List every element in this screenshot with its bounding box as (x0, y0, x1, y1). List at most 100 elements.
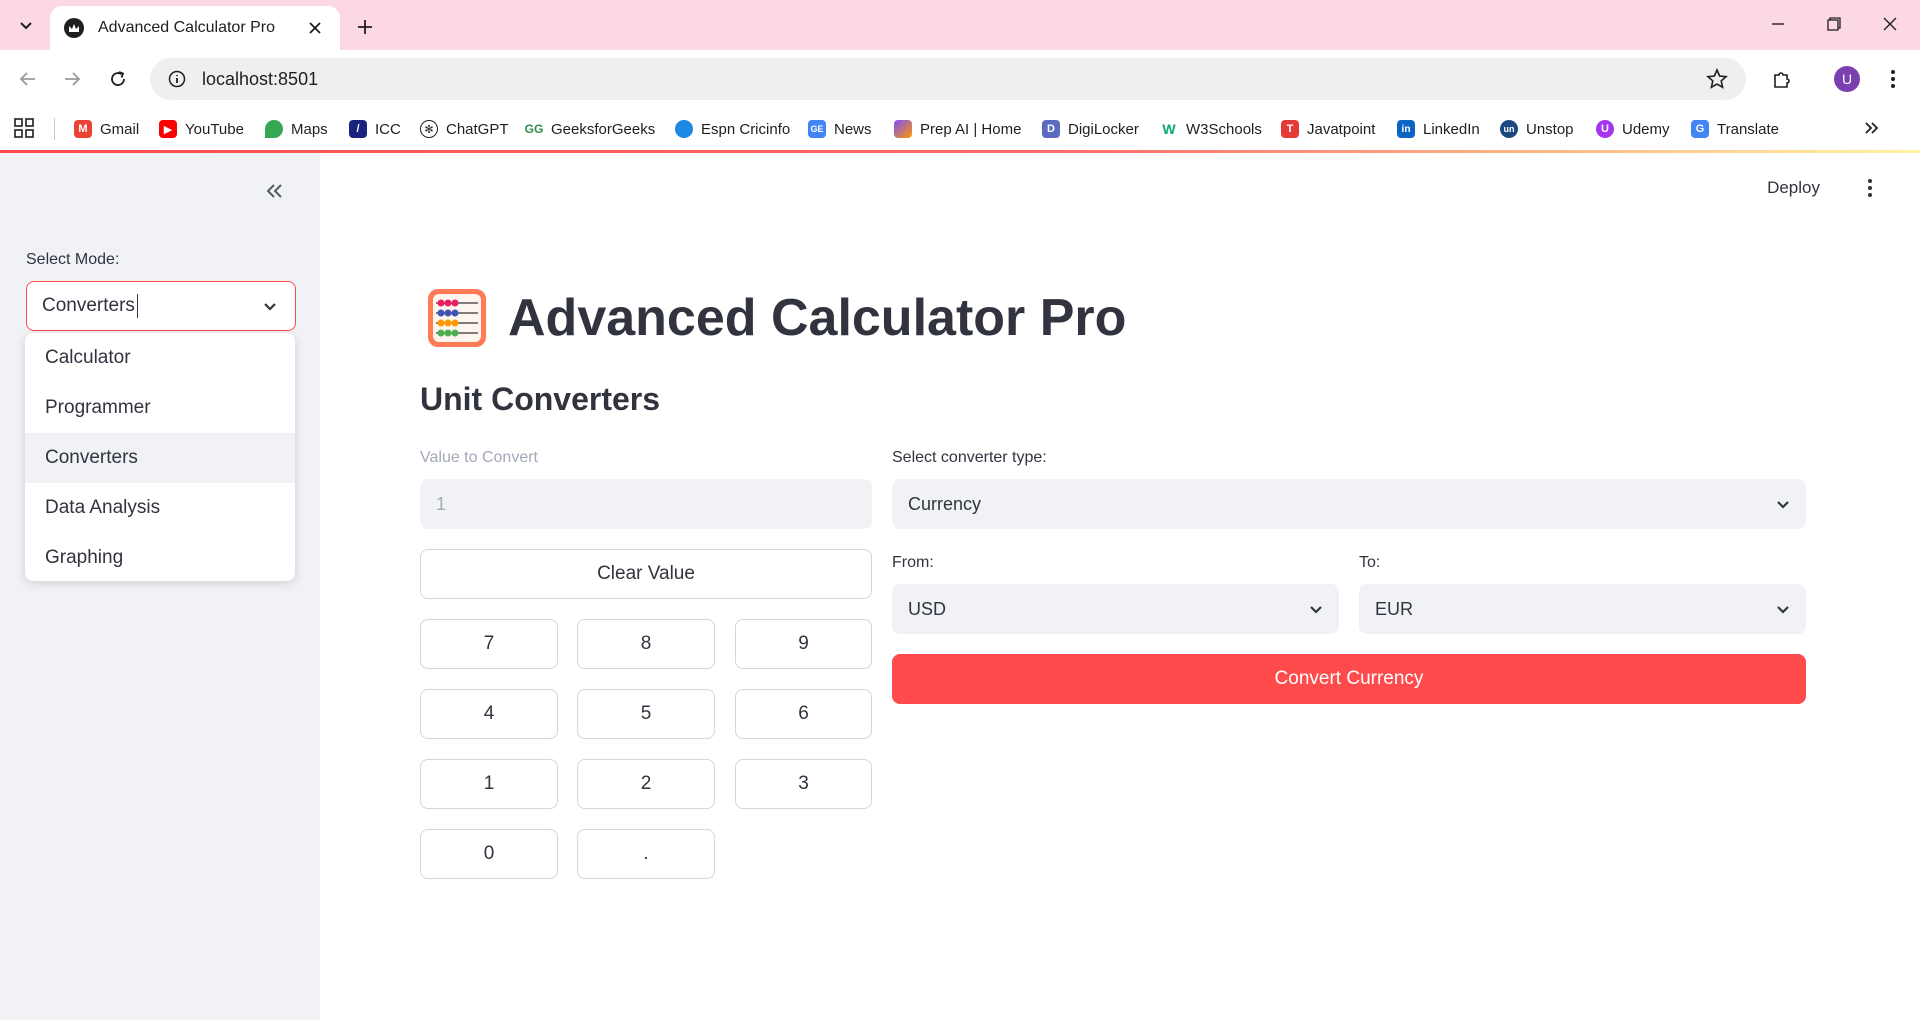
close-window-icon[interactable] (1862, 8, 1918, 40)
key-4-button[interactable]: 4 (420, 689, 558, 739)
w3schools-icon: W (1160, 120, 1178, 138)
value-input[interactable]: 1 (420, 479, 872, 529)
converter-type-label: Select converter type: (892, 449, 1047, 466)
from-currency-value: USD (908, 598, 947, 619)
tab-search-chevron-icon[interactable] (10, 10, 42, 40)
mode-option-graphing[interactable]: Graphing (25, 533, 295, 583)
profile-avatar[interactable]: U (1834, 66, 1860, 92)
value-label: Value to Convert (420, 449, 538, 466)
bookmark-icc[interactable]: / ICC (349, 116, 401, 142)
bookmark-youtube[interactable]: ▶ YouTube (159, 116, 244, 142)
bookmark-geeksforgeeks[interactable]: GG GeeksforGeeks (525, 116, 655, 142)
deploy-button[interactable]: Deploy (1767, 178, 1820, 198)
address-bar[interactable]: localhost:8501 (150, 58, 1746, 100)
bookmark-translate[interactable]: G Translate (1691, 116, 1779, 142)
bookmark-prep-ai[interactable]: Prep AI | Home (894, 116, 1021, 142)
bookmark-w3schools[interactable]: W W3Schools (1160, 116, 1262, 142)
app-menu-icon[interactable] (1858, 175, 1882, 201)
chatgpt-icon: ✻ (420, 120, 438, 138)
browser-tab[interactable]: Advanced Calculator Pro (50, 6, 340, 50)
from-label: From: (892, 554, 934, 571)
unstop-icon: un (1500, 120, 1518, 138)
mode-option-converters[interactable]: Converters (25, 433, 295, 483)
maps-icon (265, 120, 283, 138)
page-title: Advanced Calculator Pro (508, 289, 1127, 347)
apps-grid-icon[interactable] (14, 118, 34, 138)
restore-icon[interactable] (1806, 8, 1862, 40)
mode-label: Select Mode: (26, 251, 120, 268)
key-1-button[interactable]: 1 (420, 759, 558, 809)
chevron-down-icon (1310, 606, 1322, 614)
key-0-button[interactable]: 0 (420, 829, 558, 879)
bookmark-espn-cricinfo[interactable]: Espn Cricinfo (675, 116, 790, 142)
new-tab-icon[interactable] (350, 12, 380, 42)
reload-icon[interactable] (102, 63, 134, 95)
tab-title: Advanced Calculator Pro (98, 19, 275, 36)
bookmark-chatgpt[interactable]: ✻ ChatGPT (420, 116, 509, 142)
mode-option-data-analysis[interactable]: Data Analysis (25, 483, 295, 533)
geeksforgeeks-icon: GG (524, 120, 544, 138)
bookmarks-bar: M Gmail ▶ YouTube Maps / ICC ✻ ChatGPT GG Gee… (0, 108, 1920, 150)
bookmark-udemy[interactable]: U Udemy (1596, 116, 1670, 142)
from-currency-select[interactable]: USD (892, 584, 1339, 634)
key-9-button[interactable]: 9 (735, 619, 872, 669)
bookmark-javatpoint[interactable]: T Javatpoint (1281, 116, 1375, 142)
main-content: Deploy Advanced Calculator Pro Unit Conv (320, 153, 1920, 1020)
digilocker-icon: D (1042, 120, 1060, 138)
to-currency-select[interactable]: EUR (1359, 584, 1806, 634)
chevron-down-icon (1777, 606, 1789, 614)
bookmark-star-icon[interactable] (1706, 67, 1728, 90)
mode-option-programmer[interactable]: Programmer (25, 383, 295, 433)
bookmarks-separator (54, 118, 55, 140)
site-info-icon[interactable] (166, 68, 188, 90)
mode-dropdown-menu: Calculator Programmer Converters Data An… (25, 333, 295, 581)
key-2-button[interactable]: 2 (577, 759, 715, 809)
translate-icon: G (1691, 120, 1709, 138)
convert-currency-button[interactable]: Convert Currency (892, 654, 1806, 704)
bookmark-digilocker[interactable]: D DigiLocker (1042, 116, 1139, 142)
mode-select[interactable]: Converters (26, 281, 296, 331)
url-text: localhost:8501 (202, 68, 319, 89)
bookmark-unstop[interactable]: un Unstop (1500, 116, 1574, 142)
mode-option-calculator[interactable]: Calculator (25, 333, 295, 383)
icc-icon: / (349, 120, 367, 138)
collapse-sidebar-icon[interactable] (260, 177, 288, 205)
prep-ai-icon (894, 120, 912, 138)
chevron-down-icon (264, 303, 276, 311)
more-bookmarks-chevron-icon[interactable] (1862, 118, 1886, 140)
bookmark-maps[interactable]: Maps (265, 116, 328, 142)
linkedin-icon: in (1397, 120, 1415, 138)
to-label: To: (1359, 554, 1381, 571)
key-decimal-button[interactable]: . (577, 829, 715, 879)
chevron-down-icon (1777, 501, 1789, 509)
news-icon: GE (808, 120, 826, 138)
browser-menu-icon[interactable] (1877, 63, 1909, 95)
key-5-button[interactable]: 5 (577, 689, 715, 739)
key-8-button[interactable]: 8 (577, 619, 715, 669)
page-title-row: Advanced Calculator Pro (428, 283, 1126, 353)
close-tab-icon[interactable] (304, 17, 326, 39)
extensions-puzzle-icon[interactable] (1766, 63, 1798, 95)
minimize-icon[interactable] (1750, 8, 1806, 40)
converter-type-value: Currency (908, 493, 982, 514)
javatpoint-icon: T (1281, 120, 1299, 138)
section-title: Unit Converters (420, 381, 661, 417)
abacus-icon (428, 289, 486, 347)
forward-arrow-icon[interactable] (56, 63, 88, 95)
key-3-button[interactable]: 3 (735, 759, 872, 809)
key-7-button[interactable]: 7 (420, 619, 558, 669)
bookmark-gmail[interactable]: M Gmail (74, 116, 139, 142)
back-arrow-icon[interactable] (12, 63, 44, 95)
sidebar: Select Mode: Converters Calculator Progr… (0, 153, 320, 1020)
mode-select-value: Converters (42, 295, 135, 316)
udemy-icon: U (1596, 120, 1614, 138)
bookmark-news[interactable]: GE News (808, 116, 872, 142)
gmail-icon: M (74, 120, 92, 138)
key-6-button[interactable]: 6 (735, 689, 872, 739)
converter-type-select[interactable]: Currency (892, 479, 1806, 529)
browser-toolbar: localhost:8501 U (0, 50, 1920, 108)
bookmark-linkedin[interactable]: in LinkedIn (1397, 116, 1480, 142)
streamlit-crown-icon (64, 18, 84, 38)
espn-cricinfo-icon (675, 120, 693, 138)
clear-value-button[interactable]: Clear Value (420, 549, 872, 599)
